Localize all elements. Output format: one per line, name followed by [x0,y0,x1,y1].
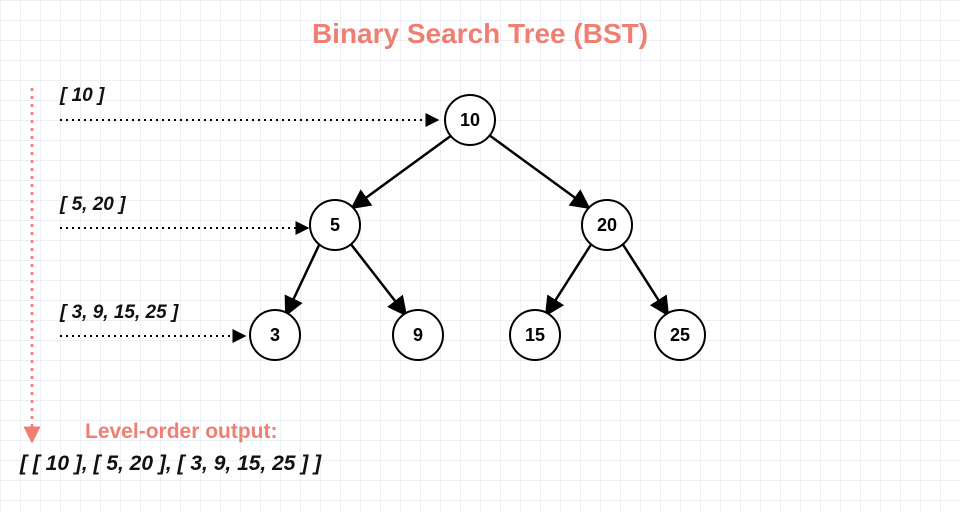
edge-5-3 [286,243,320,315]
node-25: 25 [655,310,705,360]
edge-5-9 [350,243,406,315]
svg-text:25: 25 [670,325,690,345]
svg-text:5: 5 [330,215,340,235]
edge-10-20 [489,135,589,208]
node-9: 9 [393,310,443,360]
node-3: 3 [250,310,300,360]
node-15: 15 [510,310,560,360]
edge-20-25 [622,243,668,315]
svg-text:9: 9 [413,325,423,345]
node-5: 5 [310,200,360,250]
svg-text:20: 20 [597,215,617,235]
edge-10-5 [352,135,452,208]
node-10: 10 [445,95,495,145]
svg-text:15: 15 [525,325,545,345]
edge-20-15 [546,243,592,315]
node-20: 20 [582,200,632,250]
svg-text:10: 10 [460,110,480,130]
svg-text:3: 3 [270,325,280,345]
diagram-svg: 10 5 20 3 9 15 25 [0,0,960,512]
